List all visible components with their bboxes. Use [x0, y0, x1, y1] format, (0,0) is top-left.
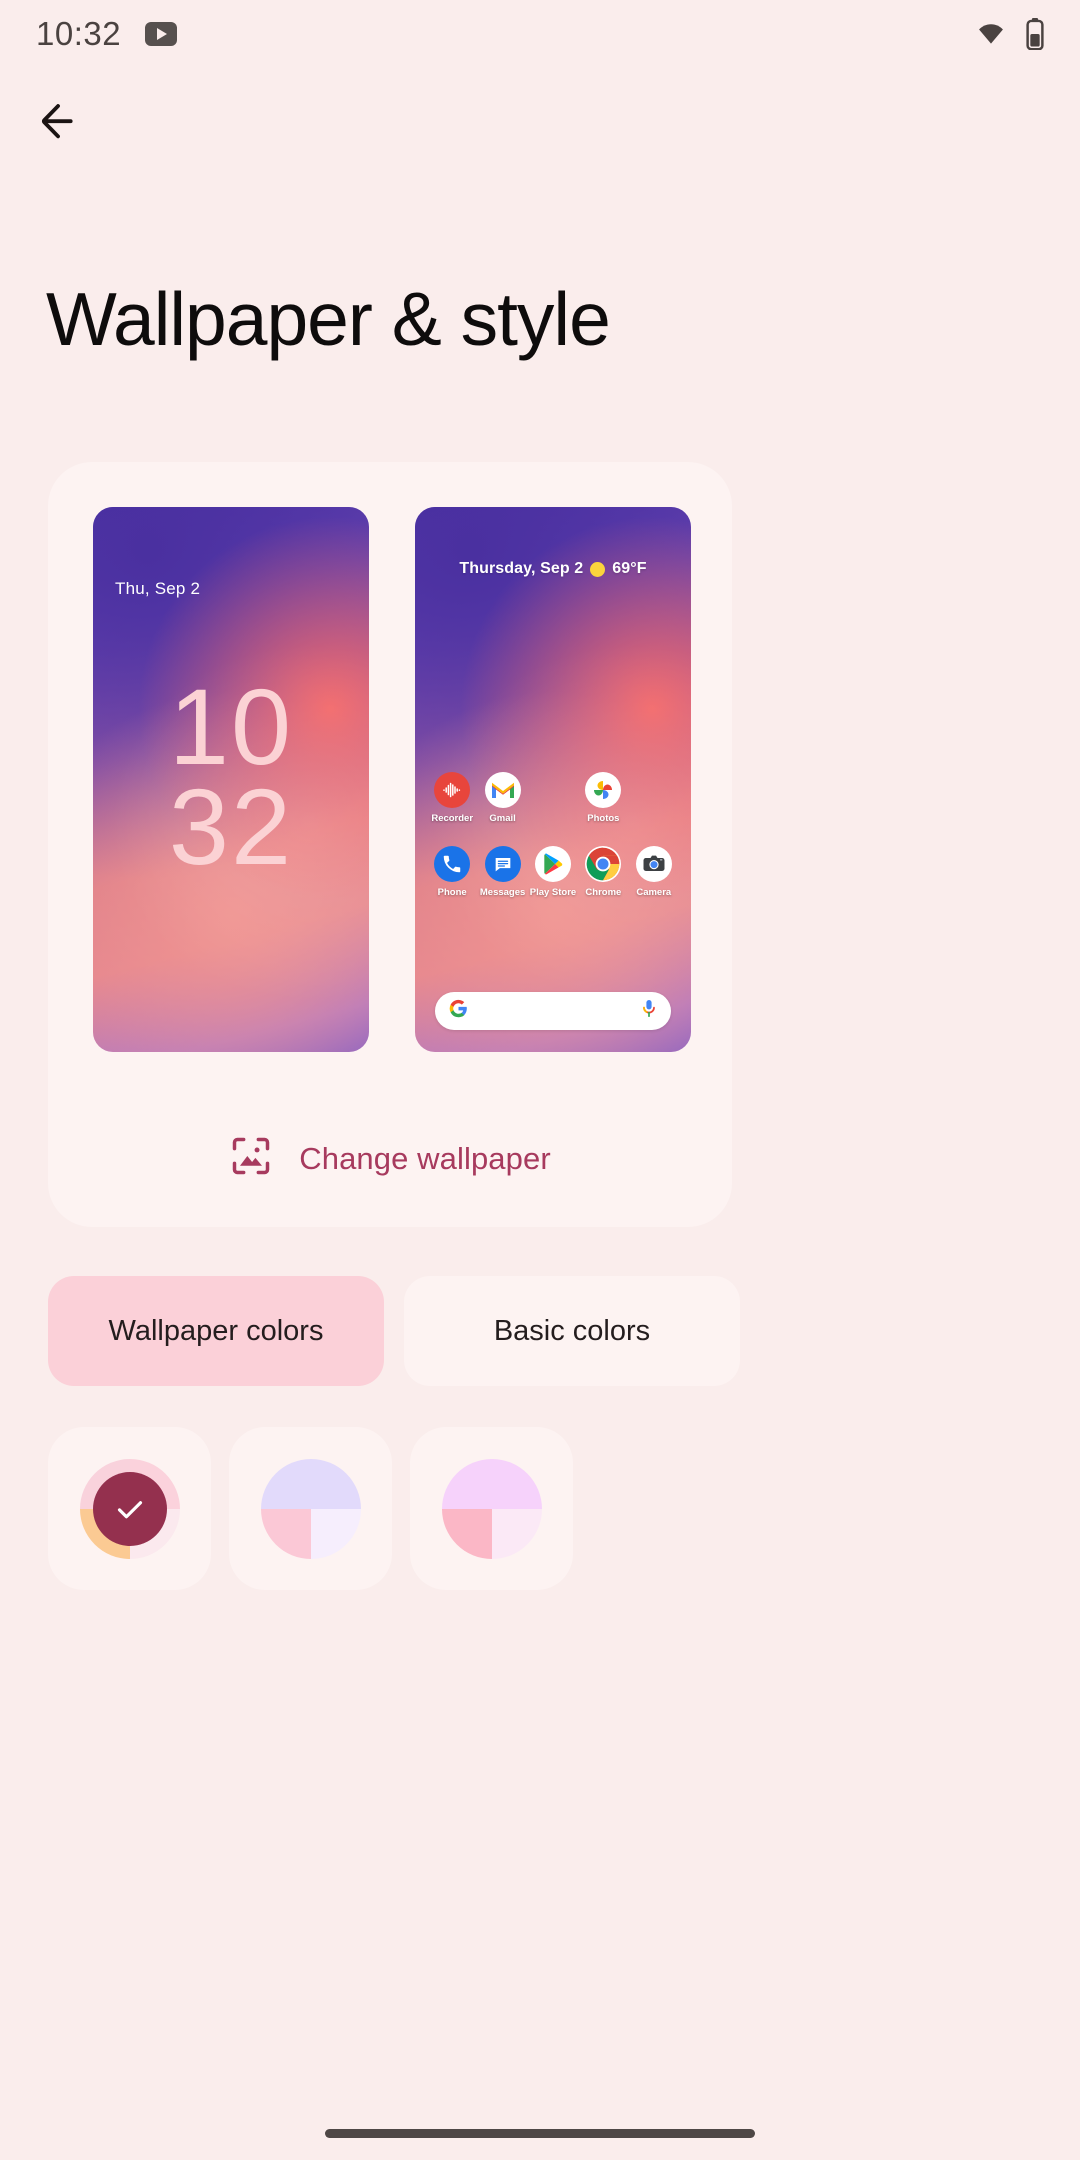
app-label: Camera	[636, 887, 672, 898]
google-g-icon	[449, 999, 468, 1023]
wifi-icon	[974, 21, 1008, 47]
change-wallpaper-button[interactable]: Change wallpaper	[48, 1134, 732, 1183]
arrow-left-icon	[41, 104, 73, 139]
app-photos[interactable]: Photos	[578, 772, 628, 824]
app-label: Play Store	[529, 887, 577, 898]
status-bar-right-icons	[974, 18, 1044, 50]
lock-screen-date: Thu, Sep 2	[115, 579, 201, 598]
photos-icon	[585, 772, 622, 808]
app-row-1: Recorder Gmail Photos	[427, 772, 679, 824]
app-row-2: Phone Messages Play Store Chrome Camera	[427, 846, 679, 898]
swatch-color-wheel	[260, 1458, 361, 1559]
lock-screen-clock: 10 32	[93, 666, 369, 888]
back-button[interactable]	[28, 86, 98, 156]
weather-date-label: Thursday, Sep 2	[459, 560, 584, 577]
app-play-store[interactable]: Play Store	[528, 846, 578, 898]
color-swatch-3[interactable]	[410, 1427, 573, 1590]
tab-label: Wallpaper colors	[108, 1314, 324, 1347]
check-icon	[117, 1500, 142, 1518]
app-label: Chrome	[585, 887, 622, 898]
page-title: Wallpaper & style	[46, 277, 611, 361]
battery-icon	[1026, 18, 1044, 50]
status-bar: 10:32	[0, 0, 1080, 68]
youtube-icon	[145, 22, 178, 46]
color-swatch-1[interactable]	[48, 1427, 211, 1590]
image-frame-icon	[229, 1134, 273, 1183]
microphone-icon[interactable]	[641, 999, 657, 1023]
weather-temp-label: 69°F	[612, 560, 647, 577]
color-source-tabs: Wallpaper colors Basic colors	[48, 1276, 1032, 1386]
swatch-selected-indicator	[92, 1471, 167, 1546]
gmail-icon	[484, 772, 521, 808]
app-chrome[interactable]: Chrome	[578, 846, 628, 898]
home-screen-preview[interactable]: Thursday, Sep 2 69°F Recorder Gmail Phot…	[415, 507, 691, 1052]
status-bar-clock: 10:32	[36, 15, 122, 52]
wallpaper-preview-card: Thu, Sep 2 10 32 Thursday, Sep 2 69°F Re…	[48, 462, 732, 1227]
clock-minutes: 32	[168, 766, 294, 888]
app-label: Recorder	[431, 813, 474, 824]
sun-icon	[590, 561, 606, 577]
app-label: Gmail	[489, 813, 516, 824]
color-swatch-2[interactable]	[229, 1427, 392, 1590]
home-app-grid: Recorder Gmail Photos Phone Messages Pla…	[427, 772, 679, 920]
tab-label: Basic colors	[493, 1314, 651, 1347]
tab-basic-colors[interactable]: Basic colors	[404, 1276, 740, 1386]
screen-root: 10:32 Wallpaper & style Thu, Sep 2 10 32…	[0, 0, 1080, 2160]
system-navigation-bar	[0, 2106, 1080, 2160]
chrome-icon	[585, 846, 622, 882]
app-phone[interactable]: Phone	[427, 846, 477, 898]
tab-wallpaper-colors[interactable]: Wallpaper colors	[48, 1276, 384, 1386]
home-gesture-pill[interactable]	[325, 2128, 755, 2138]
recorder-icon	[434, 772, 471, 808]
home-weather-widget[interactable]: Thursday, Sep 2 69°F	[415, 560, 691, 578]
app-gmail[interactable]: Gmail	[477, 772, 527, 824]
app-label: Phone	[437, 887, 467, 898]
google-search-bar[interactable]	[435, 992, 671, 1030]
clock-hours: 10	[168, 666, 294, 787]
messages-icon	[484, 846, 521, 882]
camera-icon	[635, 846, 672, 882]
play-store-icon	[534, 846, 571, 882]
app-label: Messages	[479, 887, 526, 898]
app-label: Photos	[587, 813, 620, 824]
phone-icon	[434, 846, 471, 882]
app-recorder[interactable]: Recorder	[427, 772, 477, 824]
swatch-color-wheel	[441, 1458, 542, 1559]
app-camera[interactable]: Camera	[629, 846, 679, 898]
change-wallpaper-label: Change wallpaper	[299, 1140, 551, 1176]
lock-screen-preview[interactable]: Thu, Sep 2 10 32	[93, 507, 369, 1052]
app-messages[interactable]: Messages	[477, 846, 527, 898]
color-swatch-list	[48, 1427, 573, 1590]
